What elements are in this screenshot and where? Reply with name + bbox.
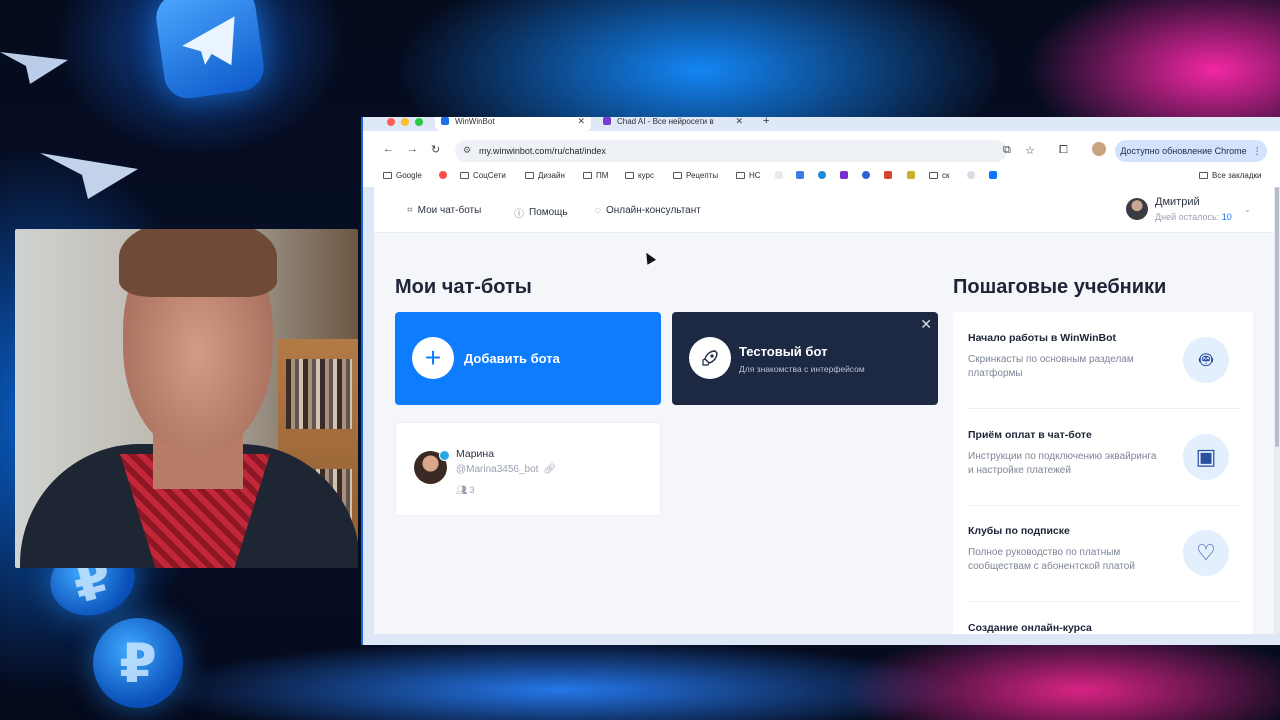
app-nav: ⌗ Мои чат-боты ⓘ Помощь ◌ Онлайн-консультан…: [374, 187, 1279, 233]
avatar: [1126, 198, 1148, 220]
paper-plane-icon: [0, 52, 68, 84]
music-icon: [840, 171, 848, 179]
phi-icon: [967, 171, 975, 179]
coin-icon: ₽: [93, 618, 183, 708]
robot-icon: 🤖︎: [1183, 337, 1229, 383]
yandex-icon: [439, 171, 447, 179]
telegram-icon: [153, 0, 267, 102]
close-tab-icon[interactable]: ✕: [577, 117, 585, 126]
help-icon: ⓘ: [514, 209, 524, 220]
tab-winwinbot[interactable]: WinWinBot ✕: [435, 117, 591, 131]
tab-strip: WinWinBot ✕ Chad AI - Все нейросети в ✕ …: [363, 117, 1280, 131]
folder-icon: [736, 172, 745, 179]
users-icon: 👥︎: [456, 485, 468, 495]
site-settings-icon[interactable]: ⚙: [463, 145, 471, 156]
chat-icon: [862, 171, 870, 179]
bookmark-ns[interactable]: НС: [736, 171, 761, 180]
page-scrollbar[interactable]: [1274, 187, 1280, 634]
edge-icon: [818, 171, 826, 179]
wallet-icon: ▣: [1183, 434, 1229, 480]
vk-icon: [989, 171, 997, 179]
address-bar[interactable]: ⚙ my.winwinbot.com/ru/chat/index: [455, 140, 1007, 162]
tutorials-panel: Начало работы в WinWinBot Скринкасты по …: [953, 312, 1253, 634]
url-text: my.winwinbot.com/ru/chat/index: [479, 146, 606, 156]
bookmark-recipes[interactable]: Рецепты: [673, 171, 718, 180]
page-title: Мои чат-боты: [395, 276, 532, 298]
install-app-icon[interactable]: ⧉: [1003, 144, 1011, 157]
bookmark-yandex-music[interactable]: [840, 171, 848, 179]
reload-icon[interactable]: ↻: [431, 143, 440, 156]
bookmark-star-icon[interactable]: ☆: [1025, 144, 1035, 157]
nav-consultant[interactable]: ◌ Онлайн-консультант: [595, 205, 701, 216]
nav-help[interactable]: ⓘ Помощь: [514, 205, 568, 220]
chrome-update-button[interactable]: Доступно обновление Chrome ⋮: [1115, 140, 1267, 162]
nav-my-bots[interactable]: ⌗ Мои чат-боты: [407, 205, 481, 216]
bike-icon: [907, 171, 915, 179]
folder-icon: [1199, 172, 1208, 179]
folder-icon: [460, 172, 469, 179]
rocket-icon: [689, 337, 731, 379]
chevron-down-icon: ⌄: [1244, 205, 1251, 214]
bots-grid-icon: ⌗: [407, 205, 413, 216]
new-tab-button[interactable]: +: [757, 117, 775, 131]
folder-icon: [673, 172, 682, 179]
close-tab-icon[interactable]: ✕: [735, 117, 743, 126]
webcam-video: [15, 229, 358, 568]
bookmark-sk[interactable]: ск: [929, 171, 950, 180]
more-menu-icon[interactable]: ⋮: [1253, 146, 1262, 157]
consultant-icon: ◌: [595, 205, 601, 216]
bookmark-chat[interactable]: [862, 171, 870, 179]
winwinbot-favicon-icon: [441, 117, 449, 125]
subscribers-count: 👥︎ 3: [456, 485, 475, 495]
close-icon[interactable]: ✕: [920, 316, 932, 333]
folder-icon: [583, 172, 592, 179]
folder-icon: [525, 172, 534, 179]
bookmark-pm[interactable]: ПМ: [583, 171, 608, 180]
all-bookmarks[interactable]: Все закладки: [1199, 171, 1261, 180]
translate-icon: [796, 171, 804, 179]
folder-icon: [929, 172, 938, 179]
bookmark-design[interactable]: Дизайн: [525, 171, 565, 180]
bookmark-market[interactable]: [884, 171, 892, 179]
close-window-button[interactable]: [387, 118, 395, 126]
minimize-window-button[interactable]: [401, 118, 409, 126]
tab-chad-ai[interactable]: Chad AI - Все нейросети в ✕: [597, 117, 749, 131]
forward-icon[interactable]: →: [407, 143, 418, 155]
pause-icon: [775, 171, 783, 179]
bookmark-translate[interactable]: [796, 171, 804, 179]
maximize-window-button[interactable]: [415, 118, 423, 126]
page-content: ⌗ Мои чат-боты ⓘ Помощь ◌ Онлайн-консультан…: [374, 187, 1279, 634]
user-menu[interactable]: Дмитрий Дней осталось: 10 ⌄: [1126, 196, 1256, 224]
days-left: Дней осталось: 10: [1155, 212, 1232, 222]
bookmarks-bar: Google СоцСети Дизайн ПМ курс Рецепты НС…: [363, 167, 1280, 187]
bookmark-yandex[interactable]: [439, 171, 447, 179]
test-bot-card[interactable]: Тестовый бот Для знакомства с интерфейсо…: [672, 312, 938, 405]
folder-icon: [625, 172, 634, 179]
heart-chat-icon: ♡: [1183, 530, 1229, 576]
add-bot-button[interactable]: + Добавить бота: [395, 312, 661, 405]
paper-plane-icon: [40, 153, 138, 199]
market-icon: [884, 171, 892, 179]
plus-icon: +: [412, 337, 454, 379]
folder-icon: [383, 172, 392, 179]
bookmark-kurs[interactable]: курс: [625, 171, 654, 180]
bookmark-vk[interactable]: [989, 171, 997, 179]
browser-window: WinWinBot ✕ Chad AI - Все нейросети в ✕ …: [361, 117, 1280, 645]
bookmark-socseti[interactable]: СоцСети: [460, 171, 506, 180]
telegram-badge-icon: [439, 450, 450, 461]
bookmark-edge[interactable]: [818, 171, 826, 179]
bookmark-bike[interactable]: [907, 171, 915, 179]
chad-ai-favicon-icon: [603, 117, 611, 125]
bot-card-marina[interactable]: Марина @Marina3456_bot 🔗︎ 👥︎ 3: [395, 422, 661, 516]
tutorials-title: Пошаговые учебники: [953, 276, 1167, 298]
link-icon[interactable]: 🔗︎: [543, 464, 556, 475]
bookmark-pause[interactable]: [775, 171, 783, 179]
bookmark-phi[interactable]: [967, 171, 975, 179]
extensions-icon[interactable]: ⧠: [1059, 144, 1068, 157]
profile-avatar[interactable]: [1092, 142, 1106, 156]
bookmark-google[interactable]: Google: [383, 171, 422, 180]
back-icon[interactable]: ←: [383, 143, 394, 155]
